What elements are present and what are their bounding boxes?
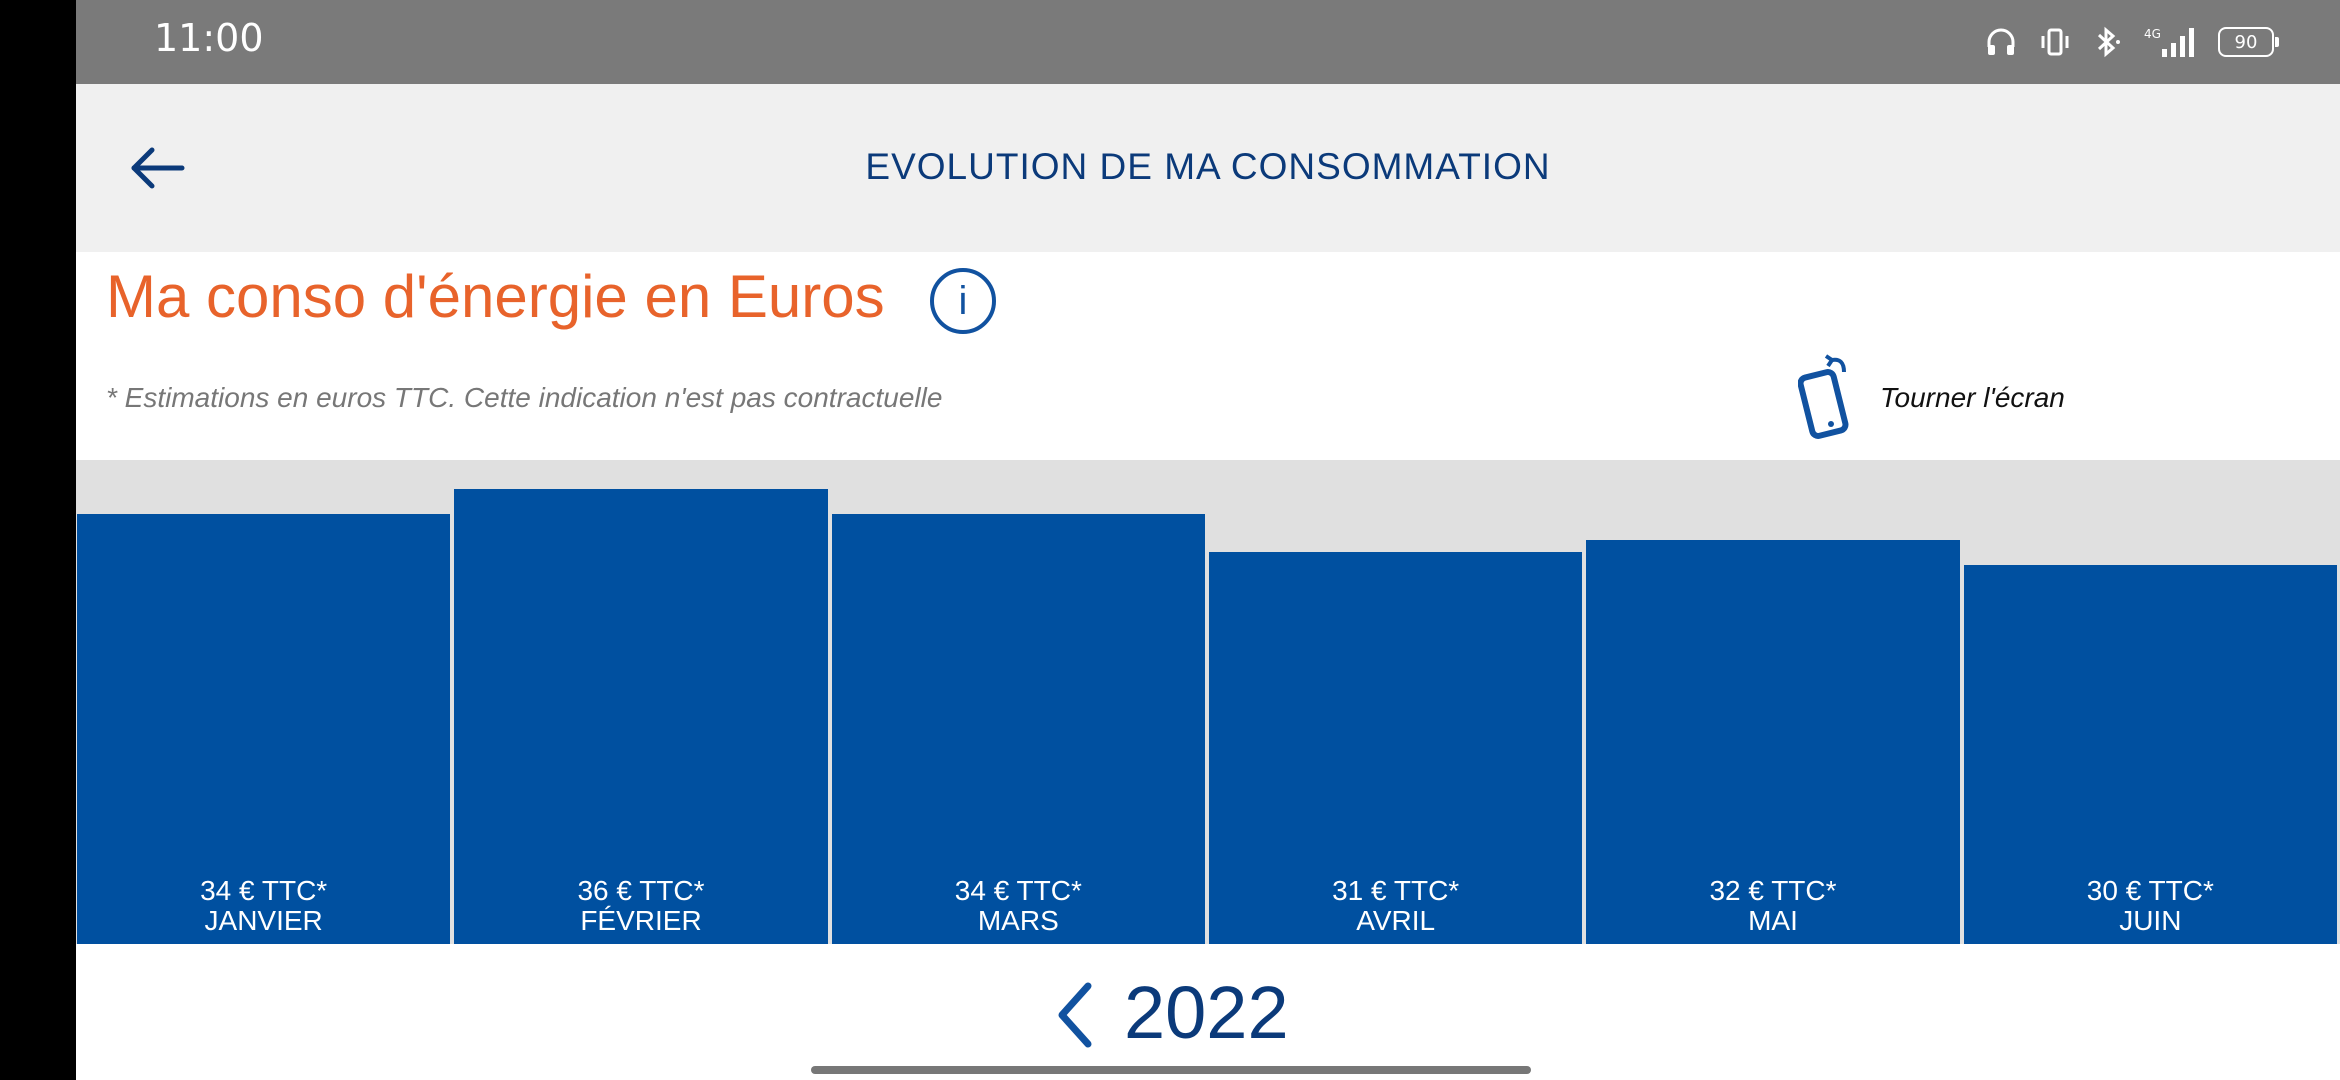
svg-text:4G: 4G: [2144, 27, 2161, 41]
home-indicator[interactable]: [811, 1066, 1531, 1074]
year-navigation: 2022: [76, 970, 2340, 1060]
bar-4[interactable]: 31 € TTC* AVRIL: [1209, 552, 1583, 944]
bar-labels: 30 € TTC* JUIN: [1964, 876, 2337, 936]
bar-1[interactable]: 34 € TTC* JANVIER: [77, 514, 451, 944]
bar-labels: 36 € TTC* FÉVRIER: [454, 876, 827, 936]
consumption-bar-chart: 34 € TTC* JANVIER 36 € TTC* FÉVRIER 34 € TTC…: [76, 460, 2340, 944]
bar-labels: 31 € TTC* AVRIL: [1209, 876, 1582, 936]
bar-value-label: 34 € TTC*: [200, 875, 328, 906]
bar-2[interactable]: 36 € TTC* FÉVRIER: [454, 489, 828, 944]
bar-value-label: 30 € TTC*: [2086, 875, 2214, 906]
page-title: EVOLUTION DE MA CONSOMMATION: [865, 146, 1551, 187]
bar-category-label: FÉVRIER: [580, 905, 702, 936]
status-bar: 11:00 4G 90: [76, 0, 2340, 84]
year-label: 2022: [1124, 971, 1289, 1054]
bar-category-label: AVRIL: [1356, 905, 1436, 936]
rotate-screen-button[interactable]: Tourner l'écran: [1798, 352, 2065, 444]
bar-3[interactable]: 34 € TTC* MARS: [831, 514, 1205, 944]
bar-5[interactable]: 32 € TTC* MAI: [1586, 540, 1960, 944]
bar-category-label: JUIN: [2119, 905, 2182, 936]
phone-screen: 11:00 4G 90 EVOLUTION DE MA CONSOMMATION…: [76, 0, 2340, 1080]
disclaimer-text: * Estimations en euros TTC. Cette indica…: [106, 382, 943, 413]
battery-level: 90: [2218, 27, 2279, 57]
bar-value-label: 32 € TTC*: [1709, 875, 1837, 906]
app-bar: EVOLUTION DE MA CONSOMMATION: [76, 84, 2340, 252]
bar-category-label: JANVIER: [204, 905, 323, 936]
bar-labels: 32 € TTC* MAI: [1586, 876, 1959, 936]
battery-icon: 90: [2218, 27, 2279, 57]
section-title: Ma conso d'énergie en Euros: [106, 263, 885, 330]
bar-category-label: MARS: [977, 905, 1059, 936]
status-icons: 4G 90: [1984, 22, 2279, 62]
signal-4g-icon: 4G: [2142, 25, 2198, 59]
bar-labels: 34 € TTC* JANVIER: [77, 876, 450, 936]
vibrate-icon: [2038, 25, 2072, 59]
info-icon: i: [958, 279, 968, 323]
rotate-phone-icon: [1798, 354, 1849, 439]
bluetooth-icon: [2092, 25, 2122, 59]
info-button[interactable]: i: [930, 268, 996, 334]
bar-value-label: 34 € TTC*: [954, 875, 1082, 906]
bar-value-label: 31 € TTC*: [1332, 875, 1460, 906]
bar-value-label: 36 € TTC*: [577, 875, 705, 906]
headphones-icon: [1984, 25, 2018, 59]
status-time: 11:00: [154, 16, 264, 60]
bar-category-label: MAI: [1748, 905, 1798, 936]
chevron-left-icon: [1058, 982, 1092, 1048]
rotate-screen-label: Tourner l'écran: [1880, 382, 2065, 413]
bar-6[interactable]: 30 € TTC* JUIN: [1963, 565, 2337, 944]
bar-labels: 34 € TTC* MARS: [832, 876, 1205, 936]
previous-year-button[interactable]: [1044, 980, 1104, 1050]
